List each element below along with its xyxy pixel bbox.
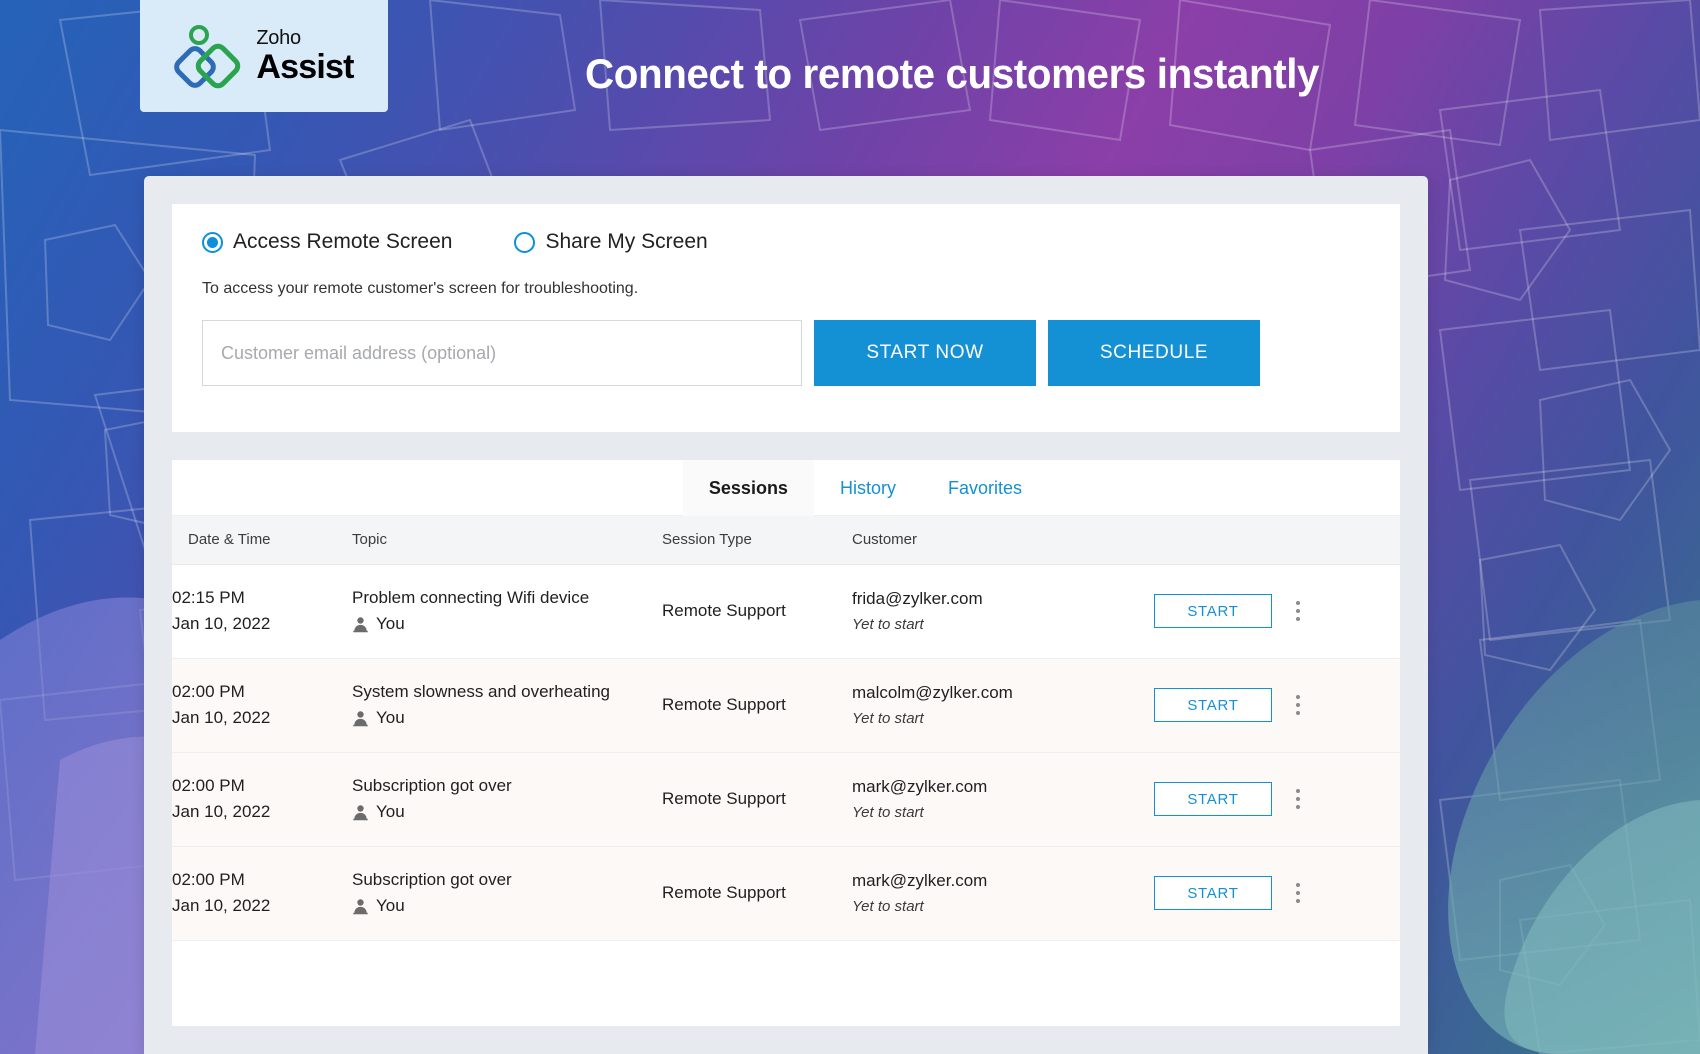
cell-session-type: Remote Support <box>662 695 786 714</box>
status-badge: Yet to start <box>852 803 924 821</box>
session-owner-label: You <box>376 708 405 727</box>
status-badge: Yet to start <box>852 897 924 915</box>
customer-email: mark@zylker.com <box>852 777 988 797</box>
radio-access-remote-screen[interactable]: Access Remote Screen <box>202 230 452 254</box>
cell-date-time: 02:15 PM Jan 10, 2022 <box>172 564 352 658</box>
page-headline: Connect to remote customers instantly <box>585 50 1320 97</box>
brand-name-zoho: Zoho <box>256 27 301 49</box>
tab-history[interactable]: History <box>814 460 922 516</box>
cell-topic: System slowness and overheating You <box>352 658 662 752</box>
cell-actions: START <box>1120 564 1400 658</box>
table-row[interactable]: 02:00 PM Jan 10, 2022 Subscription got ove… <box>172 752 1400 846</box>
column-header-actions <box>1120 516 1400 565</box>
session-owner-label: You <box>376 614 405 633</box>
zoho-assist-logo-icon <box>174 25 241 89</box>
row-start-button[interactable]: START <box>1154 594 1272 628</box>
radio-selected-icon <box>202 231 223 253</box>
row-more-options-icon[interactable] <box>1292 785 1304 813</box>
customer-email: malcolm@zylker.com <box>852 683 1013 703</box>
tab-sessions[interactable]: Sessions <box>682 460 814 516</box>
cell-session-type: Remote Support <box>662 789 786 808</box>
session-owner-label: You <box>376 896 405 915</box>
radio-label-share-my-screen: Share My Screen <box>545 230 708 253</box>
app-window: Access Remote Screen Share My Screen To … <box>144 176 1428 1054</box>
cell-actions: START <box>1120 658 1400 752</box>
person-icon <box>353 898 368 914</box>
session-date: Jan 10, 2022 <box>172 614 271 633</box>
cell-topic: Subscription got over You <box>352 846 662 940</box>
brand-logo[interactable]: Zoho Assist <box>140 0 388 112</box>
radio-share-my-screen[interactable]: Share My Screen <box>514 230 708 254</box>
sessions-table-body: 02:15 PM Jan 10, 2022 Problem connecting W… <box>172 564 1400 940</box>
page-header: Zoho Assist Connect to remote customers … <box>0 0 1700 112</box>
session-topic: Subscription got over <box>352 775 512 795</box>
cell-session-type: Remote Support <box>662 883 786 902</box>
session-topic: Problem connecting Wifi device <box>352 587 590 607</box>
session-owner: You <box>352 705 662 731</box>
cell-date-time: 02:00 PM Jan 10, 2022 <box>172 658 352 752</box>
cell-actions: START <box>1120 846 1400 940</box>
row-more-options-icon[interactable] <box>1292 691 1304 719</box>
session-time: 02:15 PM <box>172 587 245 607</box>
table-header-row: Date & Time Topic Session Type Customer <box>172 516 1400 565</box>
radio-label-access-remote-screen: Access Remote Screen <box>233 230 453 253</box>
screen-mode-radio-group: Access Remote Screen Share My Screen <box>202 230 1370 254</box>
customer-email: mark@zylker.com <box>852 871 988 891</box>
connect-action-row: START NOW SCHEDULE <box>202 320 1370 386</box>
row-more-options-icon[interactable] <box>1292 879 1304 907</box>
session-topic: Subscription got over <box>352 869 512 889</box>
session-date: Jan 10, 2022 <box>172 708 271 727</box>
customer-email: frida@zylker.com <box>852 589 983 609</box>
page-root: Zoho Assist Connect to remote customers … <box>0 0 1700 1054</box>
sessions-panel: Sessions History Favorites Date & Time T… <box>172 460 1400 1026</box>
session-owner: You <box>352 799 662 825</box>
connect-description: To access your remote customer's screen … <box>202 280 639 297</box>
cell-date-time: 02:00 PM Jan 10, 2022 <box>172 846 352 940</box>
person-icon <box>353 710 368 726</box>
person-icon <box>353 804 368 820</box>
column-header-customer: Customer <box>852 516 1120 565</box>
cell-customer: mark@zylker.com Yet to start <box>852 846 1120 940</box>
cell-actions: START <box>1120 752 1400 846</box>
cell-session-type: Remote Support <box>662 601 786 620</box>
session-owner: You <box>352 611 662 637</box>
cell-customer: malcolm@zylker.com Yet to start <box>852 658 1120 752</box>
table-row[interactable]: 02:00 PM Jan 10, 2022 Subscription got ove… <box>172 846 1400 940</box>
column-header-topic: Topic <box>352 516 662 565</box>
row-more-options-icon[interactable] <box>1292 597 1304 625</box>
column-header-date-time: Date & Time <box>172 516 352 565</box>
sessions-table-head: Date & Time Topic Session Type Customer <box>172 516 1400 565</box>
connect-panel: Access Remote Screen Share My Screen To … <box>172 204 1400 432</box>
cell-customer: frida@zylker.com Yet to start <box>852 564 1120 658</box>
session-time: 02:00 PM <box>172 681 245 701</box>
tab-favorites[interactable]: Favorites <box>922 460 1048 516</box>
person-icon <box>353 616 368 632</box>
status-badge: Yet to start <box>852 615 924 633</box>
session-topic: System slowness and overheating <box>352 681 610 701</box>
column-header-session-type: Session Type <box>662 516 852 565</box>
session-time: 02:00 PM <box>172 775 245 795</box>
row-start-button[interactable]: START <box>1154 876 1272 910</box>
start-now-button[interactable]: START NOW <box>814 320 1036 386</box>
schedule-button[interactable]: SCHEDULE <box>1048 320 1260 386</box>
customer-email-input[interactable] <box>202 320 802 386</box>
sessions-tab-bar: Sessions History Favorites <box>172 460 1400 516</box>
session-time: 02:00 PM <box>172 869 245 889</box>
session-date: Jan 10, 2022 <box>172 896 271 915</box>
table-row[interactable]: 02:00 PM Jan 10, 2022 System slowness and … <box>172 658 1400 752</box>
row-start-button[interactable]: START <box>1154 782 1272 816</box>
table-row[interactable]: 02:15 PM Jan 10, 2022 Problem connecting W… <box>172 564 1400 658</box>
cell-topic: Subscription got over You <box>352 752 662 846</box>
cell-date-time: 02:00 PM Jan 10, 2022 <box>172 752 352 846</box>
status-badge: Yet to start <box>852 709 924 727</box>
session-owner-label: You <box>376 802 405 821</box>
cell-topic: Problem connecting Wifi device You <box>352 564 662 658</box>
session-owner: You <box>352 893 662 919</box>
radio-unselected-icon <box>514 231 536 253</box>
sessions-table: Date & Time Topic Session Type Customer … <box>172 516 1400 941</box>
cell-customer: mark@zylker.com Yet to start <box>852 752 1120 846</box>
session-date: Jan 10, 2022 <box>172 802 271 821</box>
brand-name-assist: Assist <box>256 48 354 86</box>
row-start-button[interactable]: START <box>1154 688 1272 722</box>
